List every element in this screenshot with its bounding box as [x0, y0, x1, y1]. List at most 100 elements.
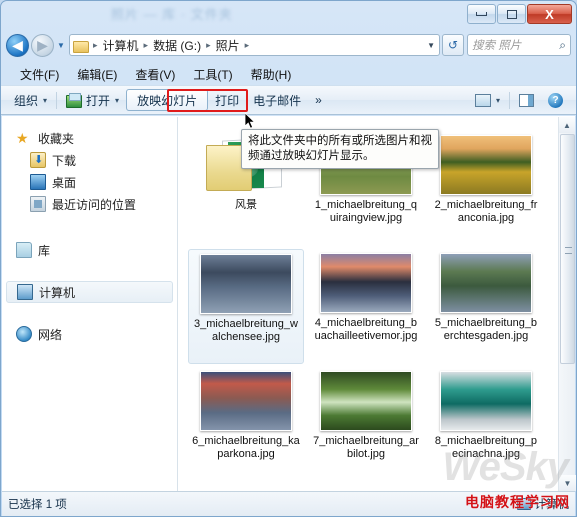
list-item-selected[interactable]: 3_michaelbreitung_walchensee.jpg	[188, 249, 304, 364]
file-name: 1_michaelbreitung_quiraingview.jpg	[314, 199, 418, 224]
image-thumbnail	[440, 251, 532, 313]
list-item[interactable]: 6_michaelbreitung_kaparkona.jpg	[188, 367, 304, 482]
email-button[interactable]: 电子邮件	[246, 89, 308, 111]
navigation-pane: ★ 收藏夹 下载 桌面 最近访问的位置 库	[2, 117, 178, 491]
breadcrumb-separator: ▸	[143, 39, 149, 50]
help-button[interactable]: ?	[541, 89, 570, 111]
sidebar-label: 桌面	[52, 175, 77, 190]
change-view-button[interactable]: ▾	[468, 89, 507, 111]
download-icon	[30, 152, 46, 168]
list-item[interactable]: 5_michaelbreitung_berchtesgaden.jpg	[428, 249, 544, 364]
selection-status: 已选择 1 项	[8, 499, 67, 511]
file-name: 5_michaelbreitung_berchtesgaden.jpg	[434, 317, 538, 342]
list-item[interactable]: 7_michaelbreitung_arbilot.jpg	[308, 367, 424, 482]
preview-pane-button[interactable]	[512, 89, 541, 111]
forward-button[interactable]: ▶	[31, 33, 54, 57]
vertical-scrollbar[interactable]: ▲ ▼	[558, 117, 576, 491]
recent-places-icon	[30, 196, 46, 212]
open-with-icon	[66, 93, 83, 108]
maximize-icon	[506, 9, 517, 19]
toolbar-overflow-button[interactable]: »	[308, 89, 329, 111]
breadcrumb[interactable]: ▸ 计算机 ▸ 数据 (G:) ▸ 照片 ▸ ▼	[69, 34, 440, 56]
sidebar-label: 最近访问的位置	[52, 197, 137, 212]
search-box[interactable]: 搜索 照片 ⌕	[467, 34, 571, 56]
file-list-pane[interactable]: 风景 1_michaelbreitung_quiraingview.jpg 2_…	[178, 117, 576, 491]
sidebar-item-network[interactable]: 网络	[2, 323, 177, 345]
star-icon: ★	[16, 130, 29, 146]
library-icon	[16, 242, 32, 258]
sidebar-item-computer[interactable]: 计算机	[6, 281, 173, 303]
location-label: 计算机	[534, 499, 570, 511]
breadcrumb-item-drive[interactable]: 数据 (G:)	[151, 37, 203, 54]
location-status: 计算机	[516, 496, 570, 512]
breadcrumb-separator: ▸	[93, 39, 98, 50]
slideshow-button[interactable]: 放映幻灯片	[126, 89, 209, 111]
image-thumbnail	[440, 133, 532, 195]
search-input[interactable]: 搜索 照片	[472, 37, 559, 53]
minimize-button[interactable]	[467, 4, 496, 24]
file-name: 6_michaelbreitung_kaparkona.jpg	[192, 435, 300, 460]
image-thumbnail	[200, 252, 292, 314]
file-name: 风景	[235, 199, 257, 211]
tooltip: 将此文件夹中的所有或所选图片和视频通过放映幻灯片显示。	[241, 129, 439, 169]
status-bar: 已选择 1 项 计算机	[2, 491, 575, 516]
refresh-button[interactable]: ↺	[442, 34, 464, 56]
breadcrumb-separator: ▸	[244, 39, 250, 50]
title-bar[interactable]: 照片 — 库 · 文件夹 X	[1, 1, 576, 29]
toolbar-separator	[509, 91, 510, 109]
toolbar: 组织 ▾ 打开 ▾ 放映幻灯片 打印 电子邮件 » ▾ ?	[1, 85, 576, 115]
history-dropdown-icon[interactable]: ▼	[54, 41, 68, 50]
close-button[interactable]: X	[527, 4, 572, 24]
folder-icon	[73, 39, 89, 53]
desktop-icon	[30, 174, 46, 190]
scroll-up-button[interactable]: ▲	[559, 117, 575, 133]
menu-item-view[interactable]: 查看(V)	[126, 64, 184, 85]
organize-button[interactable]: 组织 ▾	[7, 89, 54, 111]
slideshow-label: 放映幻灯片	[137, 93, 198, 108]
maximize-button[interactable]	[497, 4, 526, 24]
file-grid: 风景 1_michaelbreitung_quiraingview.jpg 2_…	[186, 131, 556, 485]
file-name: 2_michaelbreitung_franconia.jpg	[434, 199, 538, 224]
breadcrumb-item-photos[interactable]: 照片	[214, 37, 242, 54]
window-title: 照片 — 库 · 文件夹	[111, 7, 233, 22]
computer-icon	[516, 498, 531, 510]
sidebar-group-favorites: ★ 收藏夹 下载 桌面 最近访问的位置	[2, 127, 177, 215]
sidebar-item-recent-places[interactable]: 最近访问的位置	[2, 193, 177, 215]
address-bar: ◀ ▶ ▼ ▸ 计算机 ▸ 数据 (G:) ▸ 照片 ▸ ▼ ↺ 搜索 照片 ⌕	[1, 29, 576, 61]
sidebar-label: 网络	[38, 327, 63, 342]
sidebar-item-favorites[interactable]: ★ 收藏夹	[2, 127, 177, 149]
image-thumbnail	[320, 369, 412, 431]
menu-item-help[interactable]: 帮助(H)	[242, 64, 301, 85]
minimize-icon	[476, 12, 487, 16]
sidebar-item-libraries[interactable]: 库	[2, 239, 177, 261]
breadcrumb-dropdown-icon[interactable]: ▼	[427, 41, 435, 50]
print-button[interactable]: 打印	[208, 89, 246, 111]
chevron-down-icon: ▾	[115, 95, 120, 105]
image-thumbnail	[320, 251, 412, 313]
menu-bar: 文件(F) 编辑(E) 查看(V) 工具(T) 帮助(H)	[1, 63, 576, 85]
sidebar-label: 下载	[52, 153, 77, 168]
sidebar-item-downloads[interactable]: 下载	[2, 149, 177, 171]
sidebar-label: 库	[38, 243, 51, 258]
scrollbar-thumb[interactable]	[560, 134, 575, 364]
sidebar-label: 收藏夹	[38, 131, 75, 146]
list-item[interactable]: 2_michaelbreitung_franconia.jpg	[428, 131, 544, 246]
scroll-down-button[interactable]: ▼	[559, 475, 576, 491]
open-label: 打开	[86, 93, 111, 108]
list-item[interactable]: 8_michaelbreitung_pecinachna.jpg	[428, 367, 544, 482]
file-name: 3_michaelbreitung_walchensee.jpg	[194, 318, 298, 343]
list-item[interactable]: 4_michaelbreitung_buachailleetivemor.jpg	[308, 249, 424, 364]
open-button[interactable]: 打开 ▾	[59, 89, 126, 111]
breadcrumb-separator: ▸	[206, 39, 211, 50]
menu-item-file[interactable]: 文件(F)	[11, 64, 68, 85]
menu-item-tools[interactable]: 工具(T)	[184, 64, 241, 85]
sidebar-label: 计算机	[39, 285, 76, 300]
image-thumbnail	[440, 369, 532, 431]
sidebar-item-desktop[interactable]: 桌面	[2, 171, 177, 193]
view-icon	[474, 93, 491, 107]
breadcrumb-item-computer[interactable]: 计算机	[101, 37, 141, 54]
file-name: 7_michaelbreitung_arbilot.jpg	[313, 435, 419, 460]
menu-item-edit[interactable]: 编辑(E)	[68, 64, 126, 85]
back-button[interactable]: ◀	[6, 33, 29, 57]
explorer-window: 照片 — 库 · 文件夹 X ◀ ▶ ▼ ▸ 计算机 ▸ 数据 (G:) ▸ 照…	[0, 0, 577, 517]
